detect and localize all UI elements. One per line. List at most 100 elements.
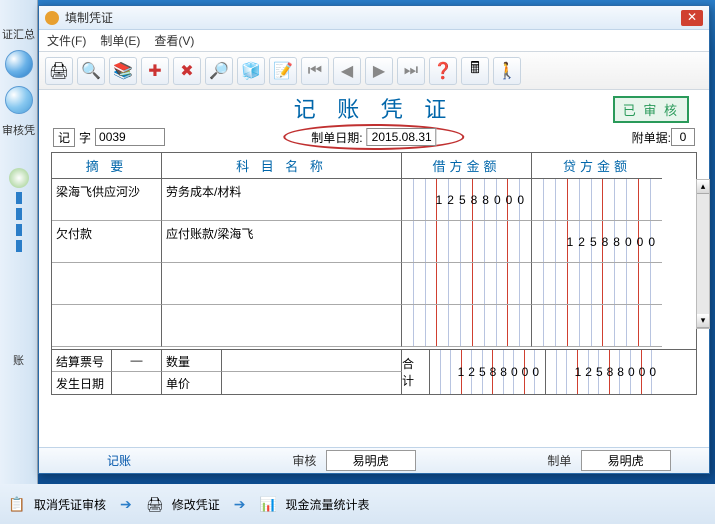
cell-summary[interactable]: 梁海飞供应河沙 bbox=[52, 179, 162, 221]
col-account: 科 目 名 称 bbox=[162, 153, 402, 179]
rail-segment bbox=[16, 224, 22, 236]
preview-button[interactable]: 🔍 bbox=[77, 57, 105, 85]
menu-make[interactable]: 制单(E) bbox=[100, 32, 140, 49]
voucher-grid: 摘 要 科 目 名 称 借方金额 贷方金额 梁海飞供应河沙劳务成本/材料1258… bbox=[51, 152, 697, 395]
rail-orb-icon-2[interactable] bbox=[5, 86, 33, 114]
cell-credit[interactable] bbox=[532, 305, 662, 347]
header-row: 记 账 凭 证 已 审 核 bbox=[39, 90, 709, 126]
cell-summary[interactable] bbox=[52, 305, 162, 347]
rail-label-top: 证汇总 bbox=[2, 26, 35, 42]
table-row[interactable] bbox=[52, 305, 696, 347]
help-button[interactable]: ❓ bbox=[429, 57, 457, 85]
app-footer: 📋 取消凭证审核 ➔ 🖨 修改凭证 ➔ 📊 现金流量统计表 bbox=[0, 484, 715, 524]
total-debit: 12588000 bbox=[430, 350, 546, 394]
window-bottom-bar: 记账 审核 易明虎 制单 易明虎 bbox=[39, 447, 709, 473]
attach-input[interactable]: 0 bbox=[671, 128, 695, 146]
cell-account[interactable] bbox=[162, 305, 402, 347]
rail-label-mid: 审核凭 bbox=[2, 122, 35, 138]
voucher-type[interactable]: 记 bbox=[53, 128, 75, 147]
post-button[interactable]: 记账 bbox=[39, 452, 199, 469]
rail-orb-icon[interactable] bbox=[5, 50, 33, 78]
cashflow-link[interactable]: 现金流量统计表 bbox=[286, 496, 370, 513]
cell-account[interactable] bbox=[162, 263, 402, 305]
rail-segment bbox=[16, 240, 22, 252]
cashflow-icon: 📊 bbox=[260, 495, 278, 513]
table-row[interactable] bbox=[52, 263, 696, 305]
arrow-icon: ➔ bbox=[234, 496, 246, 513]
prev-button[interactable]: ◀ bbox=[333, 57, 361, 85]
qty-label: 数量 bbox=[162, 350, 222, 372]
cell-debit[interactable] bbox=[402, 305, 532, 347]
calc-button[interactable]: 🖩 bbox=[461, 57, 489, 85]
first-button[interactable]: ⏮ bbox=[301, 57, 329, 85]
grid-scrollbar[interactable]: ▴ ▾ bbox=[696, 179, 710, 329]
modify-icon: 🖨 bbox=[146, 495, 164, 513]
info-row: 记 字 0039 制单日期: 2015.08.31 附单据: 0 bbox=[39, 126, 709, 152]
scroll-up-button[interactable]: ▴ bbox=[697, 180, 709, 194]
cell-debit[interactable] bbox=[402, 263, 532, 305]
col-credit: 贷方金额 bbox=[532, 153, 662, 179]
rail-segment bbox=[16, 192, 22, 204]
zi-label: 字 bbox=[79, 129, 91, 146]
rail-dot-icon bbox=[9, 168, 29, 188]
price-label: 单价 bbox=[162, 372, 222, 394]
edit-button[interactable]: 📝 bbox=[269, 57, 297, 85]
add-button[interactable]: ✚ bbox=[141, 57, 169, 85]
cell-credit[interactable] bbox=[532, 263, 662, 305]
occur-date-value[interactable] bbox=[112, 372, 162, 394]
delete-button[interactable]: ✖ bbox=[173, 57, 201, 85]
occur-date-label: 发生日期 bbox=[52, 372, 112, 394]
grid-body[interactable]: 梁海飞供应河沙劳务成本/材料12588000欠付款应付账款/梁海飞1258800… bbox=[52, 179, 696, 349]
settle-no-label: 结算票号 bbox=[52, 350, 112, 372]
modify-link[interactable]: 修改凭证 bbox=[172, 496, 220, 513]
refresh-button[interactable]: 🧊 bbox=[237, 57, 265, 85]
cell-debit[interactable] bbox=[402, 221, 532, 263]
stack-button[interactable]: 📚 bbox=[109, 57, 137, 85]
scroll-down-button[interactable]: ▾ bbox=[697, 314, 709, 328]
total-credit: 12588000 bbox=[546, 350, 662, 394]
cell-debit[interactable]: 12588000 bbox=[402, 179, 532, 221]
date-input[interactable]: 2015.08.31 bbox=[367, 128, 437, 146]
cell-summary[interactable]: 欠付款 bbox=[52, 221, 162, 263]
document-title: 记 账 凭 证 bbox=[294, 92, 455, 124]
rail-label-bottom: 账 bbox=[2, 352, 35, 368]
next-button[interactable]: ▶ bbox=[365, 57, 393, 85]
menubar: 文件(F) 制单(E) 查看(V) bbox=[39, 30, 709, 52]
menu-file[interactable]: 文件(F) bbox=[47, 32, 86, 49]
menu-view[interactable]: 查看(V) bbox=[154, 32, 194, 49]
maker-value: 易明虎 bbox=[581, 450, 671, 471]
audit-label: 审核 bbox=[292, 454, 316, 468]
cancel-audit-icon: 📋 bbox=[8, 495, 26, 513]
search-button[interactable]: 🔎 bbox=[205, 57, 233, 85]
exit-button[interactable]: 🚶 bbox=[493, 57, 521, 85]
cell-account[interactable]: 应付账款/梁海飞 bbox=[162, 221, 402, 263]
col-summary: 摘 要 bbox=[52, 153, 162, 179]
cell-account[interactable]: 劳务成本/材料 bbox=[162, 179, 402, 221]
voucher-no-input[interactable]: 0039 bbox=[95, 128, 165, 146]
maker-label: 制单 bbox=[547, 454, 571, 468]
audited-stamp: 已 审 核 bbox=[613, 96, 689, 123]
price-value[interactable] bbox=[222, 372, 402, 394]
settle-no-value[interactable]: — bbox=[112, 350, 162, 372]
voucher-window: 填制凭证 ✕ 文件(F) 制单(E) 查看(V) 🖨 🔍 📚 ✚ ✖ 🔎 🧊 📝… bbox=[38, 5, 710, 474]
left-rail: 证汇总 审核凭 账 bbox=[0, 0, 38, 524]
qty-value[interactable] bbox=[222, 350, 402, 372]
grid-footer: 结算票号 — 数量 发生日期 单价 合 计 12588000 bbox=[52, 349, 696, 394]
last-button[interactable]: ⏭ bbox=[397, 57, 425, 85]
date-group-circled: 制单日期: 2015.08.31 bbox=[283, 124, 464, 150]
rail-segment bbox=[16, 208, 22, 220]
attach-label: 附单据: bbox=[632, 129, 671, 146]
toolbar: 🖨 🔍 📚 ✚ ✖ 🔎 🧊 📝 ⏮ ◀ ▶ ⏭ ❓ 🖩 🚶 bbox=[39, 52, 709, 90]
date-label: 制单日期: bbox=[311, 129, 362, 146]
titlebar: 填制凭证 ✕ bbox=[39, 6, 709, 30]
cell-summary[interactable] bbox=[52, 263, 162, 305]
table-row[interactable]: 欠付款应付账款/梁海飞 12588000 bbox=[52, 221, 696, 263]
print-button[interactable]: 🖨 bbox=[45, 57, 73, 85]
close-button[interactable]: ✕ bbox=[681, 10, 703, 26]
cell-credit[interactable] bbox=[532, 179, 662, 221]
cell-credit[interactable]: 12588000 bbox=[532, 221, 662, 263]
app-icon bbox=[45, 11, 59, 25]
col-debit: 借方金额 bbox=[402, 153, 532, 179]
table-row[interactable]: 梁海飞供应河沙劳务成本/材料12588000 bbox=[52, 179, 696, 221]
cancel-audit-link[interactable]: 取消凭证审核 bbox=[34, 496, 106, 513]
